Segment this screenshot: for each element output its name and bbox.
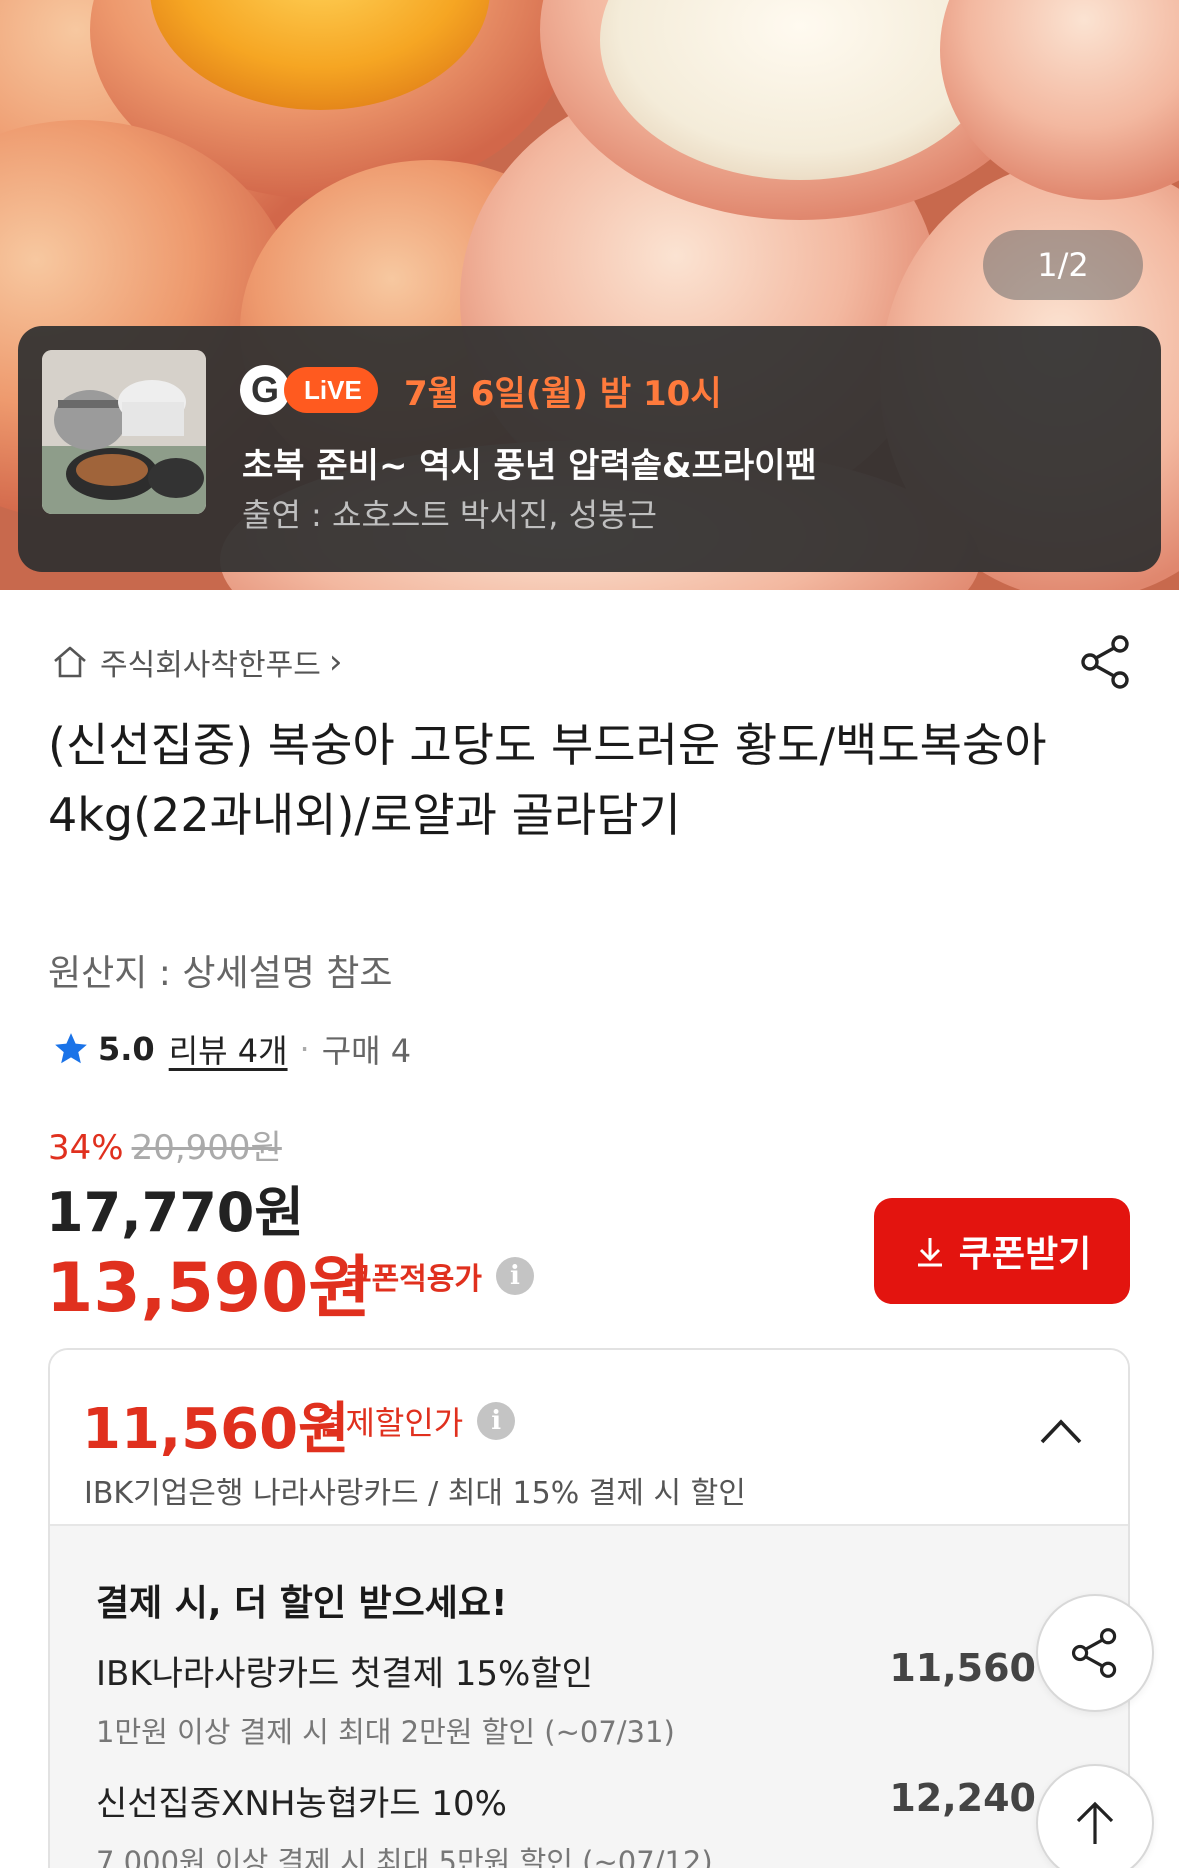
purchase-count: 구매 4 <box>321 1032 412 1070</box>
live-thumbnail <box>42 350 206 514</box>
payment-discount-label: 결제할인가 i <box>316 1398 516 1444</box>
payment-discount-header[interactable]: 11,560원 결제할인가 i IBK기업은행 나라사랑카드 / 최대 15% … <box>50 1350 1128 1526</box>
coupon-price: 13,590원 <box>46 1249 371 1328</box>
info-icon[interactable]: i <box>477 1402 516 1440</box>
product-origin: 원산지 : 상세설명 참조 <box>48 953 393 994</box>
download-icon <box>917 1238 942 1267</box>
live-badge: LiVE <box>284 367 378 413</box>
payment-discount-label-text: 결제할인가 <box>316 1404 464 1442</box>
separator-dot: · <box>299 1030 310 1068</box>
chevron-right-icon: › <box>328 642 343 682</box>
payment-offers-panel: 결제 시, 더 할인 받으세요! IBK나라사랑카드 첫결제 15%할인 1만원… <box>50 1526 1128 1868</box>
coupon-label-text: 쿠폰적용가 <box>344 1262 482 1297</box>
g-logo-letter: G <box>240 365 290 415</box>
seller-link[interactable]: 주식회사착한푸드 › <box>50 640 342 684</box>
list-item[interactable]: IBK나라사랑카드 첫결제 15%할인 1만원 이상 결제 시 최대 2만원 할… <box>96 1646 1096 1751</box>
share-button[interactable] <box>1076 632 1136 692</box>
arrow-up-icon <box>1076 1801 1114 1844</box>
coupon-button-label: 쿠폰받기 <box>958 1234 1092 1275</box>
payment-offers-title: 결제 시, 더 할인 받으세요! <box>96 1583 508 1624</box>
payment-discount-card: 11,560원 결제할인가 i IBK기업은행 나라사랑카드 / 최대 15% … <box>48 1348 1130 1868</box>
chevron-up-icon[interactable] <box>1038 1416 1084 1446</box>
coupon-price-label: 쿠폰적용가 i <box>344 1254 534 1298</box>
share-icon <box>1071 1628 1117 1678</box>
image-page-indicator: 1/2 <box>983 230 1143 300</box>
coupon-download-button[interactable]: 쿠폰받기 <box>874 1198 1130 1304</box>
info-icon[interactable]: i <box>496 1257 534 1295</box>
review-link[interactable]: 리뷰 4개 <box>169 1026 288 1072</box>
rating-score: 5.0 <box>98 1030 155 1068</box>
original-price: 20,900원 <box>131 1128 282 1168</box>
offer-price: 11,560 <box>889 1646 1036 1690</box>
live-cast: 출연 : 쇼호스트 박서진, 성봉근 <box>242 496 657 534</box>
scroll-to-top-button[interactable] <box>1036 1764 1154 1868</box>
g-live-logo: G LiVE <box>240 362 378 418</box>
payment-discount-price: 11,560원 <box>82 1397 350 1462</box>
seller-name: 주식회사착한푸드 <box>100 648 321 683</box>
rating-row: 5.0 리뷰 4개 · 구매 4 <box>52 1026 411 1072</box>
product-image-carousel[interactable]: 1/2 G LiVE 7월 6일(월) 밤 10시 초복 준비~ 역시 풍년 압… <box>0 0 1179 590</box>
offer-condition: 1만원 이상 결제 시 최대 2만원 할인 (~07/31) <box>96 1715 675 1749</box>
offer-condition: 7,000원 이상 결제 시 최대 5만원 할인 (~07/12) <box>96 1845 713 1868</box>
live-broadcast-banner[interactable]: G LiVE 7월 6일(월) 밤 10시 초복 준비~ 역시 풍년 압력솥&프… <box>18 326 1161 572</box>
live-schedule: 7월 6일(월) 밤 10시 <box>404 374 722 414</box>
discount-row: 34% 20,900원 <box>48 1120 282 1169</box>
home-icon <box>54 646 86 678</box>
payment-discount-description: IBK기업은행 나라사랑카드 / 최대 15% 결제 시 할인 <box>84 1476 746 1511</box>
list-item[interactable]: 신선집중XNH농협카드 10% 7,000원 이상 결제 시 최대 5만원 할인… <box>96 1776 1096 1868</box>
live-title: 초복 준비~ 역시 풍년 압력솥&프라이팬 <box>242 446 817 486</box>
product-title: (신선집중) 복숭아 고당도 부드러운 황도/백도복숭아 4kg(22과내외)/… <box>48 718 1047 842</box>
cookware-image <box>42 350 206 514</box>
floating-share-button[interactable] <box>1036 1594 1154 1712</box>
discount-percent: 34% <box>48 1128 124 1168</box>
offer-price: 12,240 <box>889 1776 1036 1820</box>
share-icon <box>1081 635 1129 689</box>
star-icon <box>55 1033 87 1064</box>
